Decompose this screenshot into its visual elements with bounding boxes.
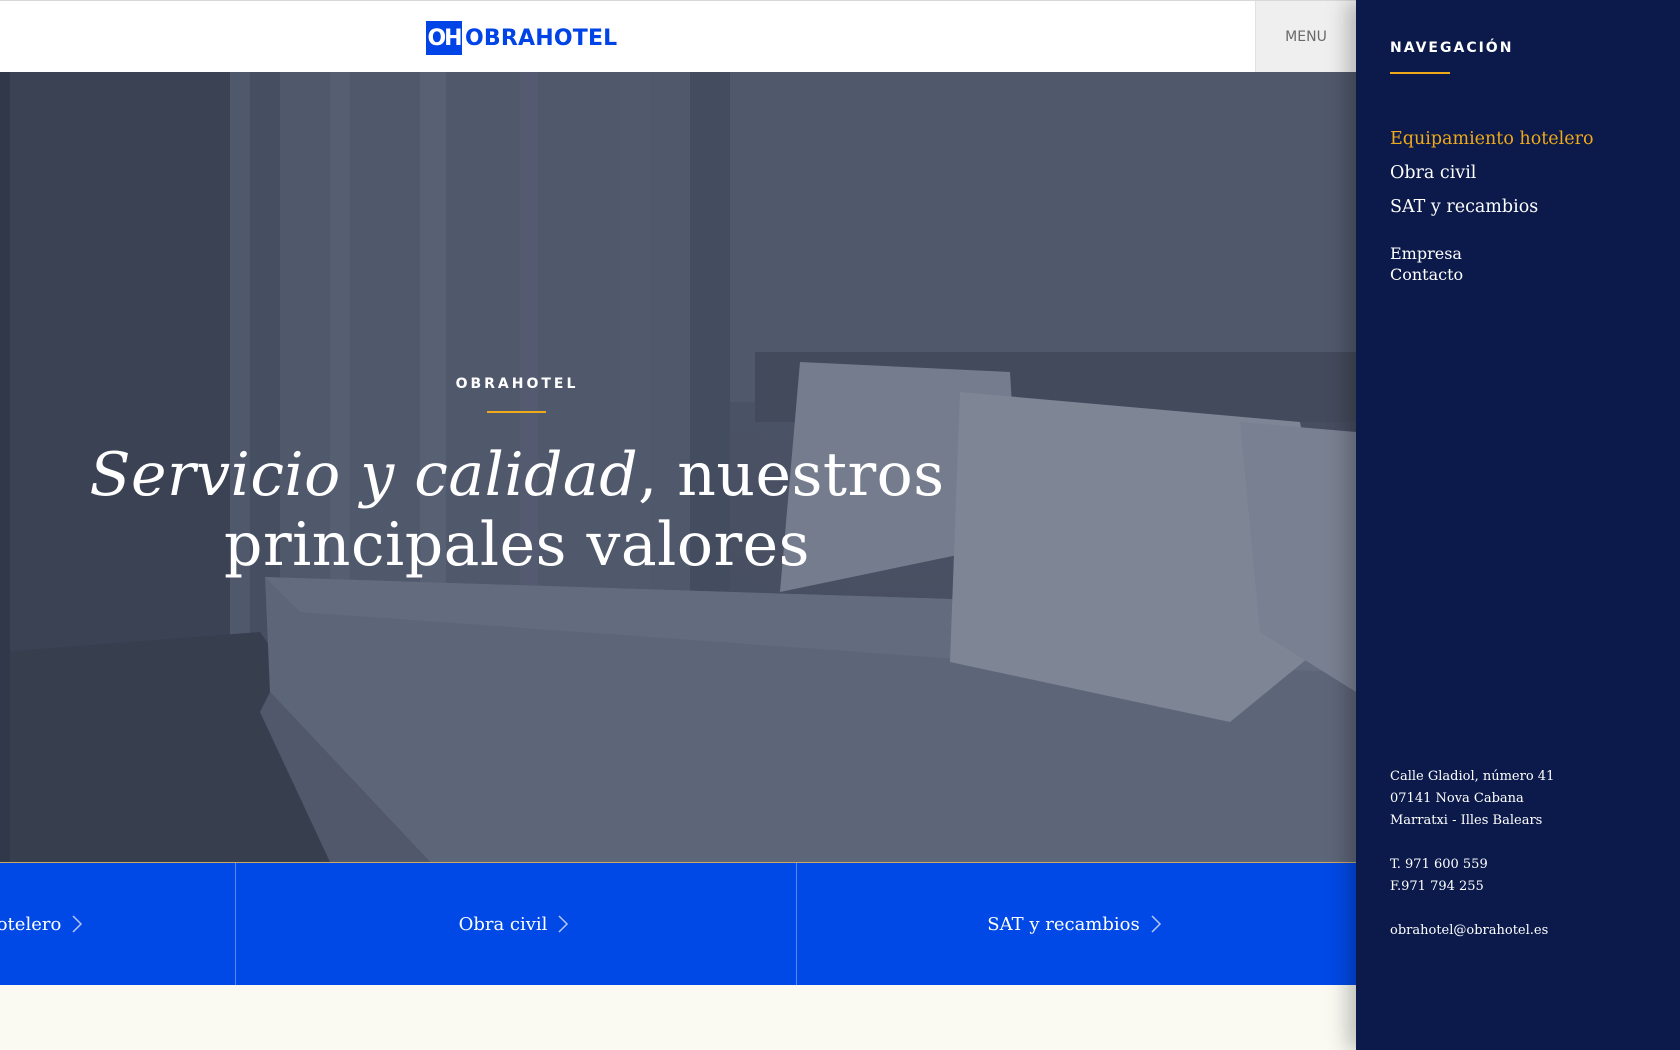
nav-item-equipamiento-hotelero[interactable]: Equipamiento hotelero (1390, 122, 1593, 156)
nav-heading: NAVEGACIÓN (1390, 40, 1514, 56)
logo-text: OBRAHOTEL (465, 25, 618, 51)
nav-item-sat-recambios[interactable]: SAT y recambios (1390, 190, 1593, 224)
hero-title-line2: principales valores (224, 510, 810, 580)
hero-divider (487, 411, 546, 413)
hero-title-italic: Servicio y calidad (89, 440, 639, 510)
hero-kicker: OBRAHOTEL (455, 376, 579, 392)
top-header: OH OBRAHOTEL MENU (0, 0, 1356, 73)
fax-number: F.971 794 255 (1390, 879, 1484, 894)
chevron-right-icon (558, 915, 569, 933)
address-line-3: Marratxi - Illes Balears (1390, 813, 1543, 828)
chevron-right-icon (1151, 915, 1161, 933)
hero-title-rest: , nuestros (638, 440, 945, 510)
category-bar: Equipamiento hotelero Obra civil SAT y r… (0, 862, 1356, 985)
nav-item-empresa[interactable]: Empresa (1390, 243, 1463, 264)
chevron-right-icon (72, 915, 83, 933)
category-equipamiento-hotelero[interactable]: Equipamiento hotelero (0, 863, 236, 985)
category-obra-civil[interactable]: Obra civil (236, 863, 797, 985)
navigation-sidebar: NAVEGACIÓN Equipamiento hotelero Obra ci… (1356, 0, 1680, 1050)
phone-number: T. 971 600 559 (1390, 857, 1488, 872)
hero-title: Servicio y calidad, nuestros principales … (0, 440, 1034, 580)
menu-button[interactable]: MENU (1255, 1, 1356, 73)
category-sat-recambios[interactable]: SAT y recambios (797, 863, 1356, 985)
email-link[interactable]: obrahotel@obrahotel.es (1390, 920, 1554, 942)
category-label: Obra civil (458, 913, 548, 935)
address-line-1: Calle Gladiol, número 41 (1390, 769, 1555, 784)
address-line-2: 07141 Nova Cabana (1390, 791, 1524, 806)
contact-info: Calle Gladiol, número 41 07141 Nova Caba… (1390, 766, 1554, 942)
hero-banner: OBRAHOTEL Servicio y calidad, nuestros pr… (0, 72, 1356, 862)
main-content: OH OBRAHOTEL MENU OBRAHOTEL Servicio y c… (0, 0, 1356, 1050)
nav-secondary-list: Empresa Contacto (1390, 243, 1463, 285)
logo-mark: OH (426, 21, 463, 55)
nav-main-list: Equipamiento hotelero Obra civil SAT y r… (1390, 122, 1593, 224)
site-logo[interactable]: OH OBRAHOTEL (426, 20, 617, 56)
category-label: SAT y recambios (987, 913, 1140, 935)
nav-item-obra-civil[interactable]: Obra civil (1390, 156, 1593, 190)
category-label: Equipamiento hotelero (0, 913, 62, 935)
nav-item-contacto[interactable]: Contacto (1390, 264, 1463, 285)
nav-divider (1390, 72, 1450, 74)
